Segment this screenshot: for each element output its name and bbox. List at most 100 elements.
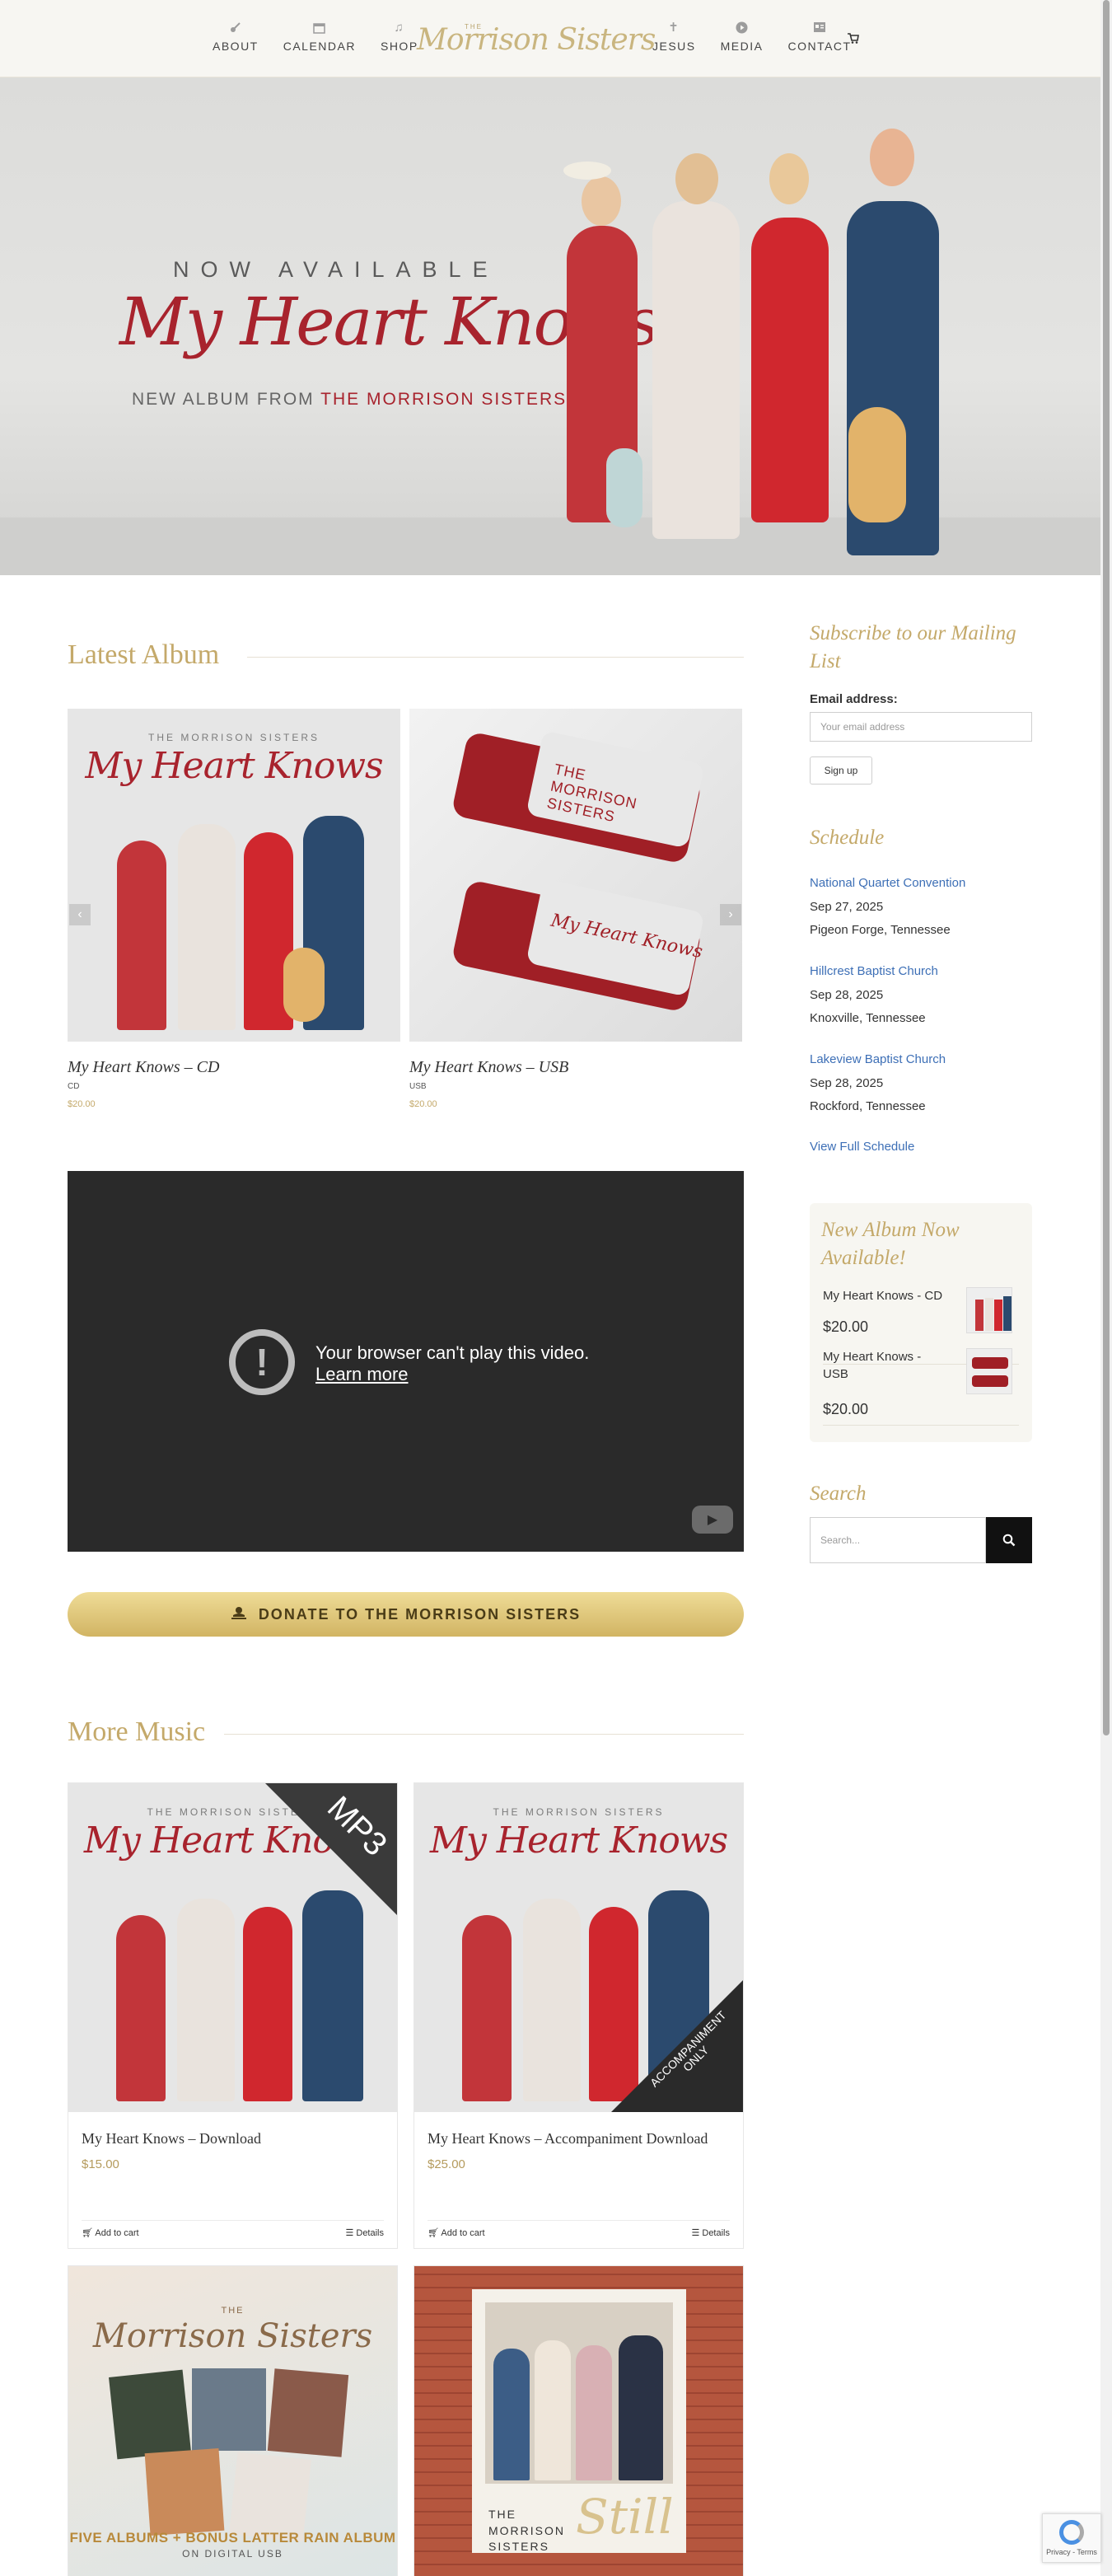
event-location: Pigeon Forge, Tennessee <box>810 923 951 937</box>
hero-person-2 <box>652 201 740 539</box>
product-price: $15.00 <box>82 2157 119 2171</box>
logo-script: Morrison Sisters <box>417 23 656 57</box>
nav-jesus-label: JESUS <box>652 40 696 53</box>
product-image[interactable]: THE MORRISON SISTERS My Heart Knows MP3 <box>68 1783 397 2112</box>
mailing-list-title: Subscribe to our Mailing List <box>810 622 1016 672</box>
cart-icon: 🛒︎ <box>82 2228 96 2238</box>
cover-brand: THE MORRISON SISTERS <box>493 1806 665 1818</box>
nav-contact-label: CONTACT <box>787 40 852 53</box>
still-brand: THE MORRISON SISTERS <box>488 2508 565 2554</box>
nav-about[interactable]: ABOUT <box>213 20 259 53</box>
event-link[interactable]: National Quartet Convention <box>810 876 965 890</box>
promo-item-name[interactable]: My Heart Knows - USB <box>823 1348 946 1383</box>
details-button[interactable]: ☰ Details <box>691 2227 730 2238</box>
event-link[interactable]: Lakeview Baptist Church <box>810 1052 946 1066</box>
nav-jesus[interactable]: ✝ JESUS <box>652 20 696 53</box>
album-card-cd[interactable]: THE MORRISON SISTERS My Heart Knows My H… <box>68 709 400 1109</box>
list-icon: ☰ <box>345 2228 357 2238</box>
hero-hat <box>563 162 611 180</box>
product-image[interactable]: THE MORRISON SISTERS My Heart Knows ACCO… <box>414 1783 743 2112</box>
cross-icon: ✝ <box>668 21 680 35</box>
product-price: $25.00 <box>428 2157 465 2171</box>
product-name[interactable]: My Heart Knows – Accompaniment Download <box>428 2130 730 2147</box>
promo-title: New Album Now Available! <box>821 1219 960 1269</box>
hero-subtitle: NEW ALBUM FROM THE MORRISON SISTERS <box>132 390 567 410</box>
error-icon: ! <box>229 1329 295 1395</box>
album-thumb-2 <box>192 2368 266 2451</box>
cover-person-1 <box>117 841 166 1030</box>
signup-button[interactable]: Sign up <box>810 756 872 785</box>
album-name[interactable]: My Heart Knows – CD <box>68 1058 400 1077</box>
still-person-2 <box>535 2340 571 2480</box>
promo-item-name[interactable]: My Heart Knows - CD <box>823 1287 946 1304</box>
nav-media[interactable]: MEDIA <box>721 20 764 53</box>
view-full-schedule-link[interactable]: View Full Schedule <box>810 1140 914 1154</box>
nav-left: ABOUT CALENDAR ♫ SHOP <box>213 20 418 54</box>
nav-media-label: MEDIA <box>720 40 764 53</box>
email-field[interactable]: Your email address <box>810 712 1032 742</box>
album-name[interactable]: My Heart Knows – USB <box>409 1058 742 1077</box>
product-image[interactable]: THE Morrison Sisters FIVE ALBUMS + BONUS… <box>68 2266 397 2576</box>
hero-acoustic-guitar <box>848 407 906 522</box>
event-link[interactable]: Hillcrest Baptist Church <box>810 964 938 978</box>
product-actions: 🛒︎ Add to cart ☰ Details <box>428 2220 730 2238</box>
thumb-usb <box>972 1357 1008 1369</box>
product-actions: 🛒︎ Add to cart ☰ Details <box>82 2220 384 2238</box>
promo-thumb-usb[interactable] <box>966 1348 1012 1394</box>
cover-brand: THE MORRISON SISTERS <box>147 732 320 743</box>
album-card-usb[interactable]: THE MORRISON SISTERS My Heart Knows My H… <box>409 709 742 1109</box>
nav-calendar[interactable]: CALENDAR <box>283 20 356 53</box>
cover-person-2 <box>178 824 236 1030</box>
cover-script: My Heart Knows <box>429 1820 728 1862</box>
cover-person-2 <box>523 1899 581 2101</box>
contact-card-icon <box>812 20 827 35</box>
album-cover-cd[interactable]: THE MORRISON SISTERS My Heart Knows <box>68 709 400 1042</box>
product-card-accompaniment[interactable]: THE MORRISON SISTERS My Heart Knows ACCO… <box>413 1782 744 2249</box>
hero-person-1-head <box>582 176 621 226</box>
nav-shop[interactable]: ♫ SHOP <box>381 20 418 54</box>
product-card-usb-bundle[interactable]: THE Morrison Sisters FIVE ALBUMS + BONUS… <box>68 2265 398 2576</box>
cover-caption-2: ON DIGITAL USB <box>182 2548 283 2560</box>
album-cover-usb[interactable]: THE MORRISON SISTERS My Heart Knows <box>409 709 742 1042</box>
add-to-cart-button[interactable]: 🛒︎ Add to cart <box>428 2227 485 2238</box>
cover-person-2 <box>177 1899 235 2101</box>
scrollbar-thumb[interactable] <box>1103 0 1110 1735</box>
thumb-person <box>994 1300 1002 1331</box>
product-name[interactable]: My Heart Knows – Download <box>82 2130 384 2147</box>
video-player[interactable]: ! Your browser can't play this video. Le… <box>68 1171 744 1552</box>
nav-contact[interactable]: CONTACT <box>787 20 851 53</box>
cover-script: Morrison Sisters <box>92 2317 373 2355</box>
chevron-left-icon[interactable]: ‹ <box>69 904 91 925</box>
page-scrollbar[interactable] <box>1100 0 1112 2576</box>
search-input[interactable]: Search... <box>810 1517 986 1563</box>
product-card-download[interactable]: THE MORRISON SISTERS My Heart Knows MP3 … <box>68 1782 398 2249</box>
album-format: USB <box>409 1082 427 1091</box>
hero-bass-guitar <box>606 448 642 527</box>
donate-button[interactable]: DONATE TO THE MORRISON SISTERS <box>68 1592 744 1637</box>
email-label: Email address: <box>810 692 898 706</box>
chevron-right-icon[interactable]: › <box>720 904 741 925</box>
new-album-promo: New Album Now Available! My Heart Knows … <box>810 1203 1032 1442</box>
site-logo[interactable]: THE Morrison Sisters <box>417 18 656 58</box>
add-to-cart-button[interactable]: 🛒︎ Add to cart <box>82 2227 139 2238</box>
hero-person-2-head <box>675 153 718 204</box>
album-format: CD <box>68 1082 80 1091</box>
cover-person-3 <box>243 1907 292 2101</box>
video-learn-more-link[interactable]: Learn more <box>315 1364 409 1385</box>
youtube-icon[interactable]: ▶ <box>692 1506 733 1534</box>
cart-icon: 🛒︎ <box>428 2228 442 2238</box>
cart-icon[interactable] <box>848 33 859 46</box>
calendar-icon <box>312 20 327 35</box>
hero-banner[interactable]: NOW AVAILABLE My Heart Knows NEW ALBUM F… <box>0 77 1100 575</box>
product-image[interactable]: THE MORRISON SISTERS Still <box>414 2266 743 2576</box>
promo-item-usb[interactable]: My Heart Knows - USB $20.00 <box>823 1348 1019 1426</box>
hero-person-4-head <box>870 129 914 186</box>
recaptcha-badge[interactable]: Privacy - Terms <box>1042 2513 1101 2563</box>
promo-thumb-cd[interactable] <box>966 1287 1012 1333</box>
hero-person-3-head <box>769 153 809 204</box>
cover-person-4 <box>302 1890 363 2101</box>
donate-label: DONATE TO THE MORRISON SISTERS <box>258 1605 582 1623</box>
search-icon[interactable] <box>986 1517 1032 1563</box>
product-card-still[interactable]: THE MORRISON SISTERS Still <box>413 2265 744 2576</box>
details-button[interactable]: ☰ Details <box>345 2227 384 2238</box>
